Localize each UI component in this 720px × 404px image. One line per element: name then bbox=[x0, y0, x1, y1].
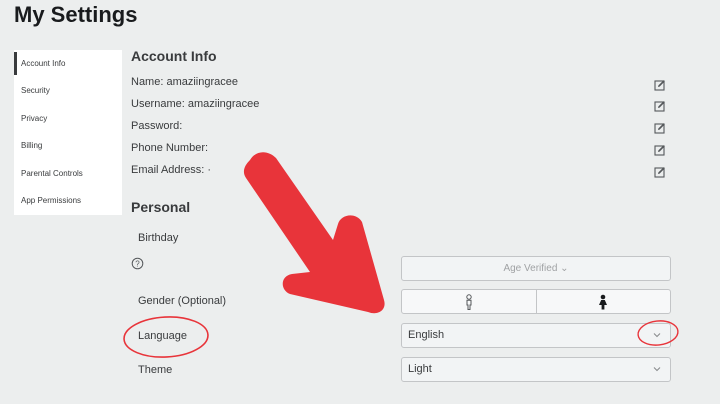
gender-label: Gender (Optional) bbox=[138, 295, 227, 307]
sidebar-item-app-permissions[interactable]: App Permissions bbox=[14, 187, 122, 214]
page-title: My Settings bbox=[14, 2, 138, 27]
theme-value: Light bbox=[408, 363, 432, 375]
sidebar-item-billing[interactable]: Billing bbox=[14, 132, 122, 159]
email-address-row: Email Address: · bbox=[131, 164, 212, 176]
sidebar-item-parental-controls[interactable]: Parental Controls bbox=[14, 160, 122, 187]
female-user-icon bbox=[599, 294, 608, 309]
theme-select[interactable]: Light bbox=[401, 357, 671, 382]
pencil-edit-icon[interactable] bbox=[654, 166, 666, 178]
gender-toggle-group bbox=[401, 289, 671, 314]
name-row: Name: amaziingracee bbox=[131, 76, 238, 88]
theme-label: Theme bbox=[138, 364, 173, 376]
female-gender-button[interactable] bbox=[535, 290, 671, 313]
settings-sidebar: Account Info Security Privacy Billing Pa… bbox=[14, 50, 122, 215]
age-verified-select[interactable]: Age Verified ⌄ bbox=[401, 256, 671, 281]
chevron-down-icon bbox=[653, 333, 661, 338]
pencil-edit-icon[interactable] bbox=[654, 122, 666, 134]
pencil-edit-icon[interactable] bbox=[654, 144, 666, 156]
pencil-edit-icon[interactable] bbox=[654, 79, 666, 91]
username-row: Username: amaziingracee bbox=[131, 98, 260, 110]
language-value: English bbox=[408, 329, 445, 341]
sidebar-item-security[interactable]: Security bbox=[14, 77, 122, 104]
language-label: Language bbox=[138, 330, 187, 342]
sidebar-item-privacy[interactable]: Privacy bbox=[14, 105, 122, 132]
male-gender-button[interactable] bbox=[402, 290, 536, 313]
sidebar-item-account-info[interactable]: Account Info bbox=[14, 50, 122, 77]
svg-text:?: ? bbox=[135, 259, 140, 268]
password-row: Password: bbox=[131, 120, 183, 132]
language-select[interactable]: English bbox=[401, 323, 671, 348]
birthday-label: Birthday bbox=[138, 232, 179, 244]
red-arrow-annotation bbox=[243, 152, 385, 314]
phone-number-row: Phone Number: bbox=[131, 142, 209, 154]
male-user-icon bbox=[466, 293, 472, 310]
chevron-down-icon bbox=[653, 367, 661, 372]
personal-heading: Personal bbox=[131, 199, 191, 215]
pencil-edit-icon[interactable] bbox=[654, 100, 666, 112]
question-circle-icon[interactable]: ? bbox=[131, 257, 144, 270]
account-info-heading: Account Info bbox=[131, 48, 217, 64]
